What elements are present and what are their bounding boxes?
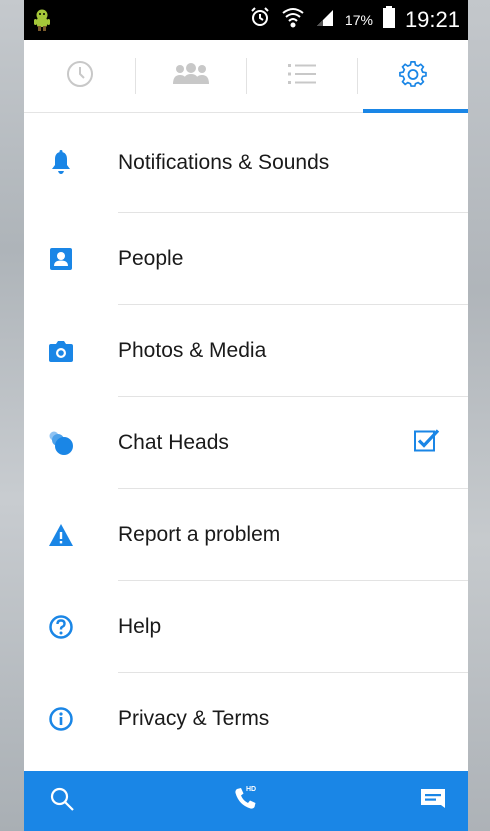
settings-item-label: Help bbox=[118, 615, 162, 638]
phone-hd-icon bbox=[234, 787, 260, 815]
camera-icon bbox=[24, 340, 98, 362]
wifi-icon bbox=[281, 6, 305, 34]
settings-item-label: Report a problem bbox=[118, 523, 281, 546]
hd-call-button[interactable]: HD bbox=[234, 785, 260, 816]
settings-item-label: Notifications & Sounds bbox=[118, 151, 330, 174]
battery-icon bbox=[382, 6, 395, 34]
info-icon bbox=[24, 707, 98, 731]
background-right bbox=[468, 0, 490, 831]
phone-screen: 17% 19:21 Notifications & Sounds People … bbox=[24, 0, 468, 831]
tab-list[interactable] bbox=[246, 40, 357, 112]
status-bar: 17% 19:21 bbox=[24, 0, 468, 40]
alarm-icon bbox=[249, 6, 271, 34]
tab-settings[interactable] bbox=[357, 40, 468, 113]
search-button[interactable] bbox=[50, 787, 74, 816]
settings-item-label: Privacy & Terms bbox=[118, 707, 270, 730]
tab-groups[interactable] bbox=[135, 40, 246, 112]
settings-item-label: Chat Heads bbox=[118, 431, 229, 454]
settings-list: Notifications & Sounds People Photos & M… bbox=[24, 113, 468, 765]
list-icon bbox=[287, 63, 316, 90]
android-notification-icon bbox=[32, 8, 52, 37]
status-time: 19:21 bbox=[404, 7, 460, 32]
settings-item-help[interactable]: Help bbox=[24, 581, 468, 673]
settings-item-label: People bbox=[118, 247, 184, 270]
top-tab-bar bbox=[24, 40, 468, 113]
settings-item-privacy-terms[interactable]: Privacy & Terms bbox=[24, 673, 468, 765]
chat-heads-checkbox[interactable] bbox=[414, 429, 440, 458]
tab-recent[interactable] bbox=[24, 40, 135, 112]
settings-item-photos-media[interactable]: Photos & Media bbox=[24, 305, 468, 397]
background-left bbox=[0, 0, 24, 831]
settings-item-report-problem[interactable]: Report a problem bbox=[24, 489, 468, 581]
clock-icon bbox=[66, 60, 94, 93]
settings-item-chat-heads[interactable]: Chat Heads bbox=[24, 397, 468, 489]
new-message-button[interactable] bbox=[420, 788, 446, 815]
help-icon bbox=[24, 615, 98, 639]
settings-item-label: Photos & Media bbox=[118, 339, 267, 362]
status-icons: 17% 19:21 bbox=[249, 0, 460, 40]
chat-heads-icon bbox=[24, 430, 98, 456]
settings-item-people[interactable]: People bbox=[24, 213, 468, 305]
gear-icon bbox=[398, 60, 427, 93]
bell-icon bbox=[24, 150, 98, 176]
groups-icon bbox=[171, 62, 211, 91]
message-icon bbox=[420, 788, 446, 814]
settings-item-notifications[interactable]: Notifications & Sounds bbox=[24, 113, 468, 213]
warning-icon bbox=[24, 524, 98, 546]
person-icon bbox=[24, 248, 98, 270]
search-icon bbox=[50, 787, 74, 815]
hd-badge: HD bbox=[246, 785, 257, 793]
bottom-action-bar: HD bbox=[24, 771, 468, 831]
battery-percent: 17% bbox=[344, 12, 373, 28]
signal-icon bbox=[315, 7, 335, 33]
